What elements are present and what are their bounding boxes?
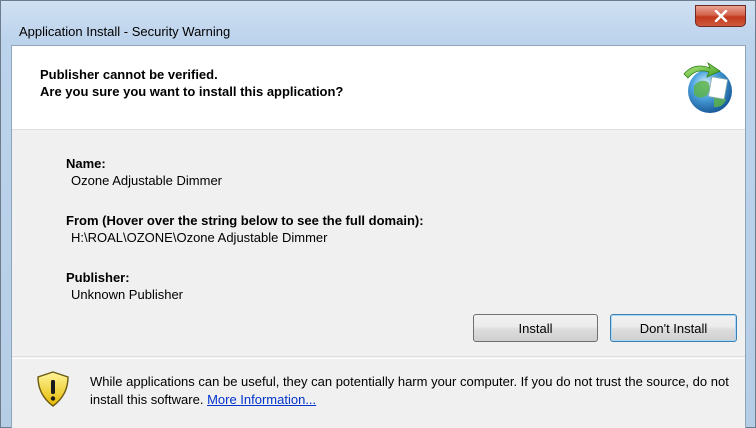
name-value: Ozone Adjustable Dimmer: [71, 173, 223, 188]
security-warning-footer: While applications can be useful, they c…: [12, 356, 745, 428]
dialog-content: Publisher cannot be verified. Are you su…: [11, 45, 746, 428]
close-button[interactable]: [695, 5, 746, 27]
name-label: Name:: [66, 156, 106, 171]
install-button[interactable]: Install: [473, 314, 598, 342]
header-warning-title: Publisher cannot be verified.: [40, 67, 218, 82]
dialog-window: Application Install - Security Warning P…: [0, 0, 756, 428]
close-icon: [714, 10, 727, 22]
from-label: From (Hover over the string below to see…: [66, 213, 424, 228]
header-question: Are you sure you want to install this ap…: [40, 84, 344, 99]
window-title: Application Install - Security Warning: [19, 24, 231, 39]
from-domain-value[interactable]: H:\ROAL\OZONE\Ozone Adjustable Dimmer: [71, 230, 327, 245]
dont-install-button[interactable]: Don't Install: [610, 314, 737, 342]
application-install-globe-icon: [683, 61, 732, 113]
publisher-value: Unknown Publisher: [71, 287, 184, 302]
footer-divider: [12, 358, 745, 359]
security-warning-message: While applications can be useful, they c…: [90, 373, 740, 409]
more-information-link[interactable]: More Information...: [207, 392, 316, 407]
security-shield-warning-icon: [37, 371, 69, 407]
warning-text: While applications can be useful, they c…: [90, 374, 729, 407]
dialog-header: Publisher cannot be verified. Are you su…: [12, 46, 745, 130]
publisher-label: Publisher:: [66, 270, 130, 285]
title-bar[interactable]: Application Install - Security Warning: [1, 1, 756, 45]
